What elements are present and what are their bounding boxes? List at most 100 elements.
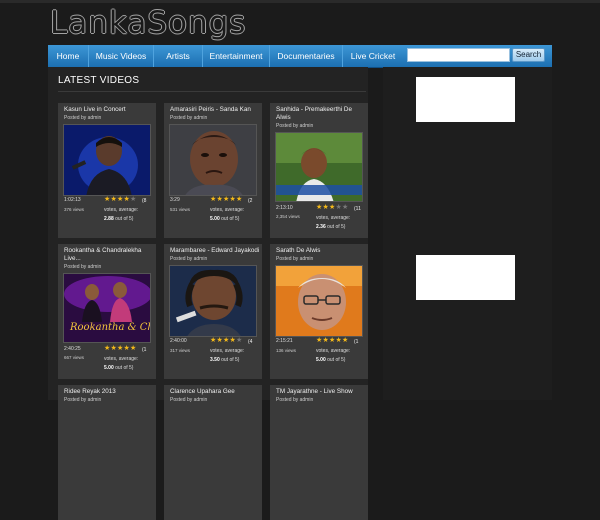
star-icon[interactable]: ★ [117,345,123,352]
rating-stars[interactable]: ★ ★ ★ ★ ★ [104,196,136,204]
video-title[interactable]: Kasun Live in Concert [64,106,154,114]
rating-average: 2.88 out of 5) [104,216,133,222]
star-icon[interactable]: ★ [130,345,136,352]
rating-stars[interactable]: ★ ★ ★ ★ ★ [210,196,242,204]
average-value: 2.88 [104,216,114,222]
search-input[interactable] [407,48,510,62]
star-icon[interactable]: ★ [329,337,335,344]
star-icon[interactable]: ★ [130,196,136,203]
ad-banner-bottom[interactable] [416,255,515,300]
posted-by: Posted by admin [276,397,314,403]
rating-stars[interactable]: ★ ★ ★ ★ ★ [316,204,348,212]
video-card[interactable]: TM Jayarathne - Live Show Posted by admi… [270,385,368,520]
posted-by: Posted by admin [64,397,102,403]
star-icon[interactable]: ★ [336,204,342,211]
video-thumbnail[interactable] [275,265,363,337]
video-duration: 2:40:00 [170,338,187,344]
star-icon[interactable]: ★ [104,196,110,203]
video-duration: 1:02:13 [64,197,81,203]
video-duration: 2:15:21 [276,338,293,344]
star-icon[interactable]: ★ [111,196,117,203]
video-card[interactable]: Clarence Upahara Gee Posted by admin [164,385,262,520]
video-card[interactable]: Rookantha & Chandralekha Live... Posted … [58,244,156,379]
video-title[interactable]: Marambaree - Edward Jayakodi [170,247,260,255]
star-icon[interactable]: ★ [236,337,242,344]
video-thumbnail[interactable]: Rookantha & Chandralekha [63,273,151,343]
star-icon[interactable]: ★ [124,196,130,203]
video-title[interactable]: Sanhida - Premakeerthi De Alwis [276,106,366,122]
posted-by: Posted by admin [64,115,102,121]
video-thumbnail[interactable] [169,124,257,196]
rating-average: 5.00 out of 5) [210,216,239,222]
votes-label: votes, average: [210,348,245,354]
star-icon[interactable]: ★ [223,196,229,203]
star-icon[interactable]: ★ [316,204,322,211]
video-card[interactable]: Sanhida - Premakeerthi De Alwis Posted b… [270,103,368,238]
site-logo[interactable]: LankaSongs [50,4,246,42]
video-card[interactable]: Sarath De Alwis Posted by admin 2:15:21 … [270,244,368,379]
video-title[interactable]: TM Jayarathne - Live Show [276,388,366,396]
rating-stars[interactable]: ★ ★ ★ ★ ★ [210,337,242,345]
nav-home[interactable]: Home [48,45,89,67]
star-icon[interactable]: ★ [342,204,348,211]
average-value: 2.36 [316,224,326,230]
star-icon[interactable]: ★ [323,337,329,344]
star-icon[interactable]: ★ [124,345,130,352]
star-icon[interactable]: ★ [236,196,242,203]
star-icon[interactable]: ★ [323,204,329,211]
star-icon[interactable]: ★ [223,337,229,344]
votes-label: votes, average: [316,215,351,221]
vote-count: (2 [248,198,253,204]
video-thumbnail[interactable] [275,132,363,202]
section-title: LATEST VIDEOS [58,75,140,86]
nav-music-videos[interactable]: Music Videos [89,45,154,67]
votes-label: votes, average: [104,207,139,213]
video-title[interactable]: Amarasiri Peiris - Sanda Kan [170,106,260,114]
nav-entertainment[interactable]: Entertainment [203,45,270,67]
nav-live-cricket[interactable]: Live Cricket [343,45,403,67]
out-of-label: out of 5) [327,357,346,363]
star-icon[interactable]: ★ [217,196,223,203]
rating-average: 3.50 out of 5) [210,357,239,363]
out-of-label: out of 5) [115,216,134,222]
star-icon[interactable]: ★ [230,196,236,203]
star-icon[interactable]: ★ [217,337,223,344]
video-title[interactable]: Rookantha & Chandralekha Live... [64,247,154,263]
video-thumbnail[interactable] [63,124,151,196]
video-card[interactable]: Ridee Reyak 2013 Posted by admin [58,385,156,520]
view-count: 531 views [170,207,191,212]
video-thumbnail[interactable] [169,265,257,337]
view-count: 2,354 views [276,214,300,219]
star-icon[interactable]: ★ [342,337,348,344]
star-icon[interactable]: ★ [316,337,322,344]
view-count: 136 views [276,348,297,353]
star-icon[interactable]: ★ [336,337,342,344]
video-duration: 3:29 [170,197,180,203]
star-icon[interactable]: ★ [111,345,117,352]
top-strip [0,0,600,3]
video-card[interactable]: Kasun Live in Concert Posted by admin 1:… [58,103,156,238]
star-icon[interactable]: ★ [117,196,123,203]
star-icon[interactable]: ★ [210,337,216,344]
video-title[interactable]: Ridee Reyak 2013 [64,388,154,396]
nav-artists[interactable]: Artists [154,45,203,67]
out-of-label: out of 5) [221,357,240,363]
video-card[interactable]: Amarasiri Peiris - Sanda Kan Posted by a… [164,103,262,238]
star-icon[interactable]: ★ [104,345,110,352]
ad-banner-top[interactable] [416,77,515,122]
video-title[interactable]: Sarath De Alwis [276,247,366,255]
star-icon[interactable]: ★ [329,204,335,211]
video-card[interactable]: Marambaree - Edward Jayakodi Posted by a… [164,244,262,379]
star-icon[interactable]: ★ [230,337,236,344]
video-title[interactable]: Clarence Upahara Gee [170,388,260,396]
star-icon[interactable]: ★ [210,196,216,203]
votes-label: votes, average: [316,348,351,354]
rating-stars[interactable]: ★ ★ ★ ★ ★ [316,337,348,345]
video-duration: 2:40:25 [64,346,81,352]
rating-stars[interactable]: ★ ★ ★ ★ ★ [104,345,136,353]
posted-by: Posted by admin [170,397,208,403]
search-button[interactable]: Search [512,48,545,62]
nav-documentaries[interactable]: Documentaries [270,45,343,67]
sidebar [383,67,552,400]
out-of-label: out of 5) [327,224,346,230]
